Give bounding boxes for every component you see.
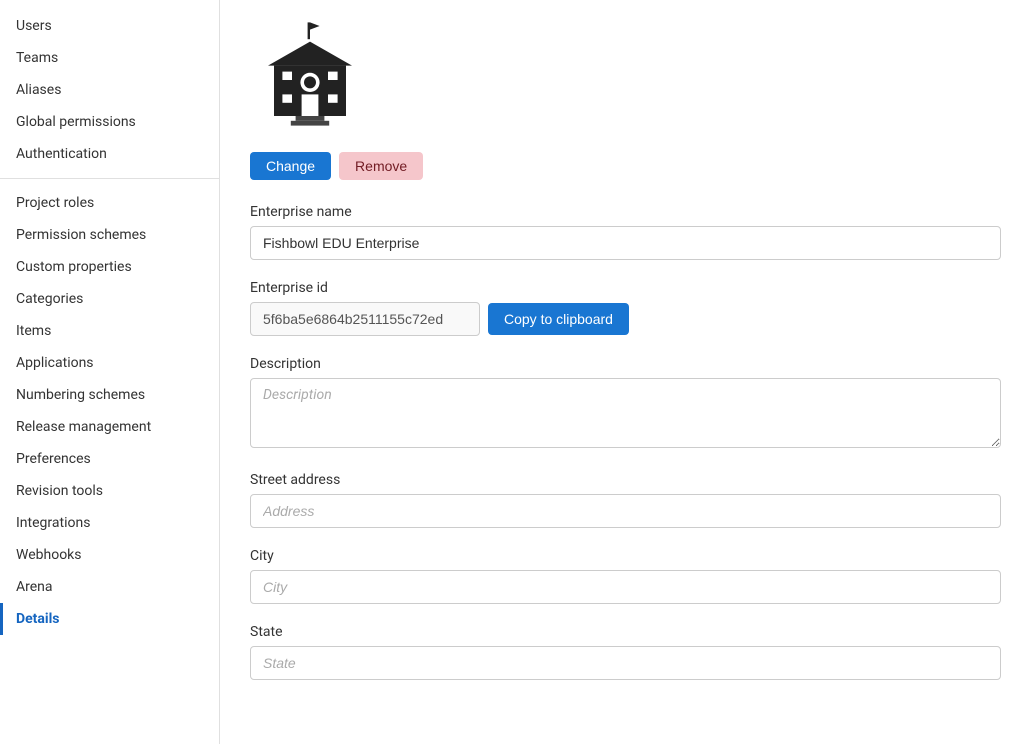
sidebar-item-aliases[interactable]: Aliases (0, 74, 219, 106)
sidebar-item-release-management[interactable]: Release management (0, 411, 219, 443)
sidebar-item-preferences[interactable]: Preferences (0, 443, 219, 475)
enterprise-name-input[interactable] (250, 226, 1001, 260)
main-content: Change Remove Enterprise name Enterprise… (220, 0, 1031, 744)
sidebar-item-integrations[interactable]: Integrations (0, 507, 219, 539)
enterprise-id-group: Enterprise id Copy to clipboard (250, 280, 1001, 336)
enterprise-id-label: Enterprise id (250, 280, 1001, 296)
enterprise-name-label: Enterprise name (250, 204, 1001, 220)
city-group: City (250, 548, 1001, 604)
sidebar-item-webhooks[interactable]: Webhooks (0, 539, 219, 571)
state-group: State (250, 624, 1001, 680)
sidebar-item-teams[interactable]: Teams (0, 42, 219, 74)
sidebar-item-permission-schemes[interactable]: Permission schemes (0, 219, 219, 251)
street-address-group: Street address (250, 472, 1001, 528)
enterprise-id-row: Copy to clipboard (250, 302, 1001, 336)
sidebar-item-global-permissions[interactable]: Global permissions (0, 106, 219, 138)
description-input[interactable] (250, 378, 1001, 448)
sidebar-item-categories[interactable]: Categories (0, 283, 219, 315)
sidebar-divider (0, 178, 219, 179)
sidebar-item-arena[interactable]: Arena (0, 571, 219, 603)
state-label: State (250, 624, 1001, 640)
street-address-label: Street address (250, 472, 1001, 488)
sidebar-item-project-roles[interactable]: Project roles (0, 187, 219, 219)
city-input[interactable] (250, 570, 1001, 604)
logo-buttons: Change Remove (250, 152, 423, 180)
school-icon (250, 20, 370, 140)
sidebar: Users Teams Aliases Global permissions A… (0, 0, 220, 744)
sidebar-item-users[interactable]: Users (0, 10, 219, 42)
state-input[interactable] (250, 646, 1001, 680)
street-address-input[interactable] (250, 494, 1001, 528)
city-label: City (250, 548, 1001, 564)
sidebar-item-details[interactable]: Details (0, 603, 219, 635)
enterprise-name-group: Enterprise name (250, 204, 1001, 260)
change-button[interactable]: Change (250, 152, 331, 180)
copy-to-clipboard-button[interactable]: Copy to clipboard (488, 303, 629, 335)
sidebar-item-authentication[interactable]: Authentication (0, 138, 219, 170)
description-label: Description (250, 356, 1001, 372)
sidebar-item-applications[interactable]: Applications (0, 347, 219, 379)
sidebar-item-numbering-schemes[interactable]: Numbering schemes (0, 379, 219, 411)
sidebar-item-custom-properties[interactable]: Custom properties (0, 251, 219, 283)
enterprise-id-input[interactable] (250, 302, 480, 336)
sidebar-item-items[interactable]: Items (0, 315, 219, 347)
description-group: Description (250, 356, 1001, 452)
logo-area: Change Remove (250, 20, 1001, 180)
sidebar-item-revision-tools[interactable]: Revision tools (0, 475, 219, 507)
remove-button[interactable]: Remove (339, 152, 423, 180)
